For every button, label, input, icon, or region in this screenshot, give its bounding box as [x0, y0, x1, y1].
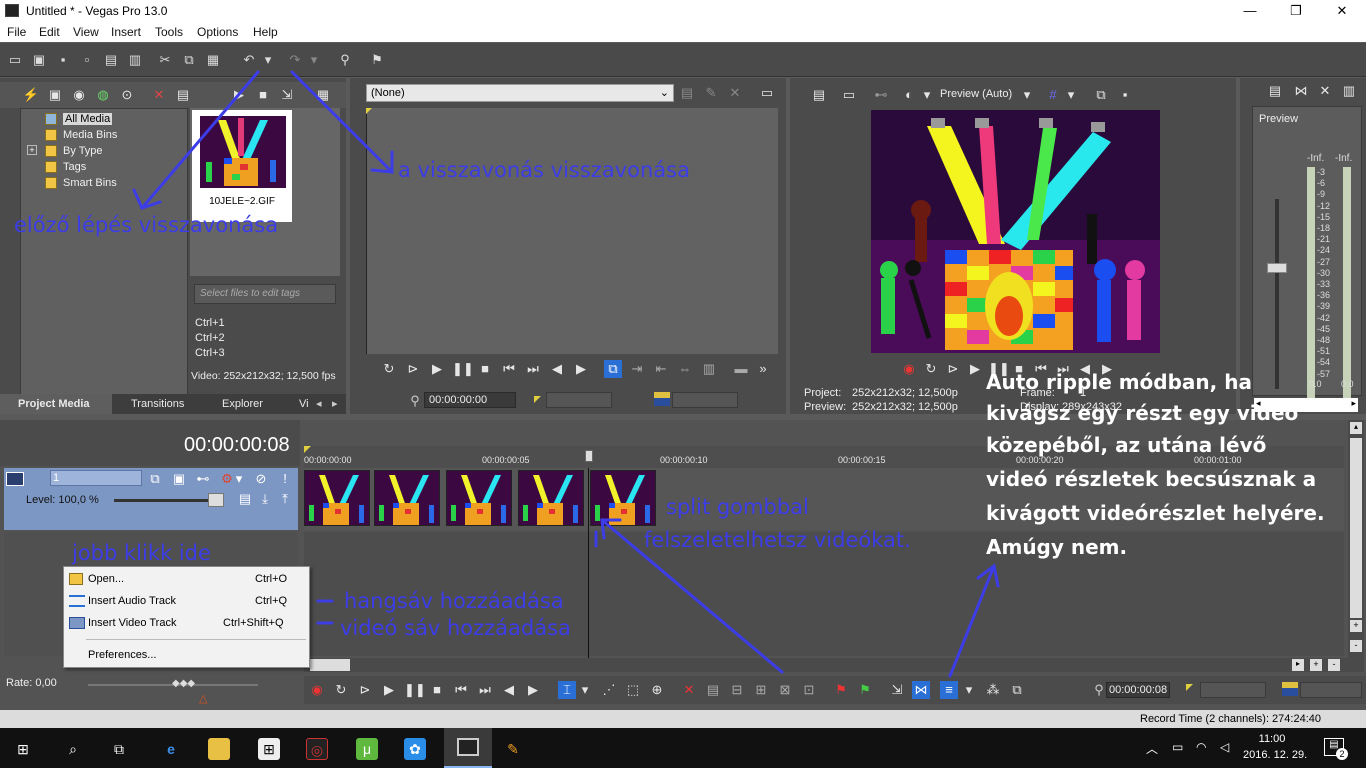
- wifi-icon[interactable]: ◠: [1196, 740, 1206, 754]
- annotation-right-click: jobb klikk ide: [72, 541, 211, 565]
- edge-browser-icon[interactable]: e: [160, 738, 182, 760]
- annotation-ripple-line: kivágott videórészlet helyére.: [986, 501, 1325, 525]
- annotation-split-2: felszeletelhetsz videókat.: [644, 528, 911, 552]
- volume-icon[interactable]: ◁: [1220, 740, 1229, 754]
- annotation-redo: a visszavonás visszavonása: [398, 158, 690, 182]
- annotation-ripple-line: kivágsz egy részt egy videó: [986, 401, 1299, 425]
- annotation-video-track: videó sáv hozzáadása: [340, 616, 571, 640]
- annotation-undo: előző lépés visszavonása: [14, 213, 279, 237]
- task-view-icon[interactable]: ⧉: [108, 738, 130, 760]
- vegas-icon: [457, 738, 479, 756]
- annotation-split-1: split gombbal: [666, 495, 809, 519]
- app-icon[interactable]: ◎: [306, 738, 328, 760]
- paint-icon[interactable]: ✎: [502, 738, 524, 760]
- clock-date[interactable]: 2016. 12. 29.: [1243, 749, 1307, 761]
- search-icon[interactable]: ⌕: [62, 738, 84, 760]
- network-icon[interactable]: ▭: [1172, 740, 1183, 754]
- tray-chevron-up-icon[interactable]: ︿: [1146, 740, 1158, 757]
- store-icon[interactable]: ⊞: [258, 738, 280, 760]
- taskbar: ⊞ ⌕ ⧉ e ⊞ ◎ μ ✿ ✎ ︿ ▭ ◠ ◁ 11:00 2016. 12…: [0, 728, 1366, 768]
- clock-time[interactable]: 11:00: [1247, 733, 1297, 745]
- file-explorer-icon[interactable]: [208, 738, 230, 760]
- notification-count: 2: [1336, 748, 1348, 760]
- annotation-ripple-line: Amúgy nem.: [986, 535, 1128, 559]
- app-gear-icon[interactable]: ✿: [404, 738, 426, 760]
- annotation-ripple-line: közepéből, az utána lévő: [986, 433, 1267, 457]
- windows-start-icon[interactable]: ⊞: [12, 738, 34, 760]
- annotation-ripple-line: Auto ripple módban, ha: [986, 370, 1252, 394]
- annotation-audio-track: hangsáv hozzáadása: [344, 589, 564, 613]
- utorrent-icon[interactable]: μ: [356, 738, 378, 760]
- vegas-taskbar-button[interactable]: [444, 728, 492, 768]
- annotation-ripple-line: videó részletek becsúsznak a: [986, 467, 1317, 491]
